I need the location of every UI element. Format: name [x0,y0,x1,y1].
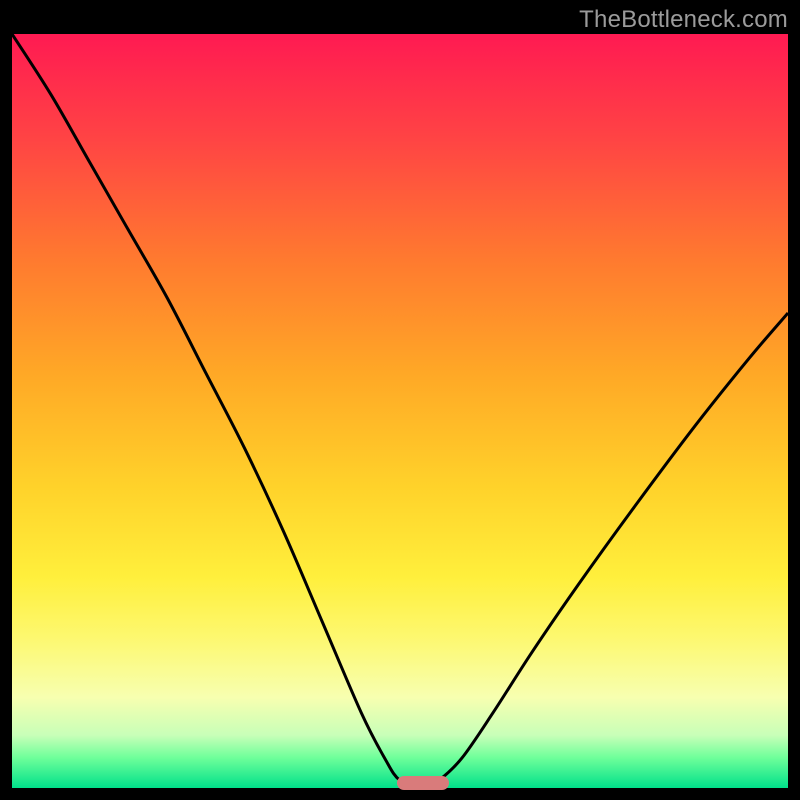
watermark-text: TheBottleneck.com [579,6,788,34]
chart-frame [12,34,788,788]
bottleneck-curve [12,34,788,788]
trough-marker [397,776,449,790]
chart-curve-svg [12,34,788,788]
